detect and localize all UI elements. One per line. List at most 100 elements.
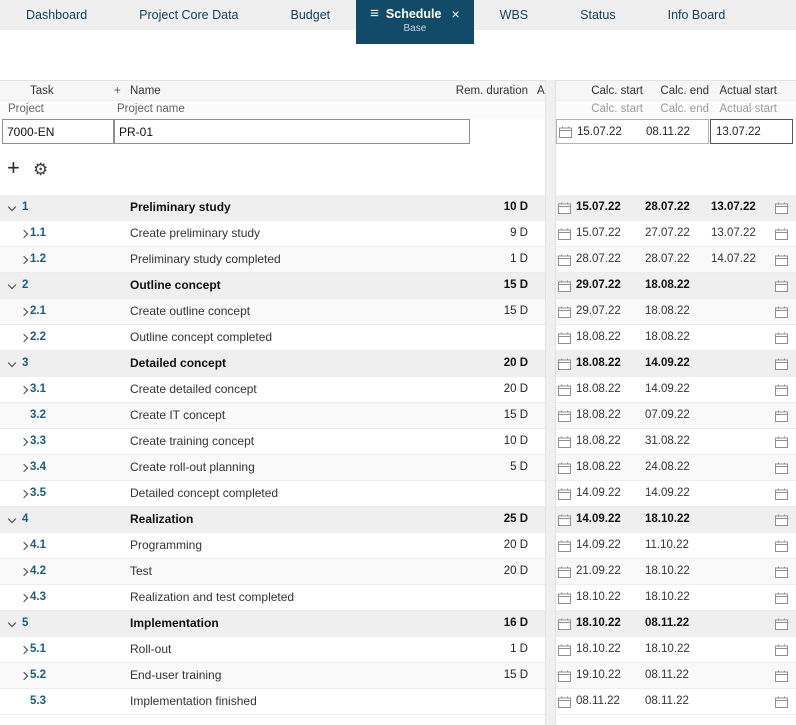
task-calc-start[interactable]: 18.10.22	[576, 637, 642, 662]
task-calc-end[interactable]: 18.08.22	[645, 299, 709, 324]
calendar-icon[interactable]	[559, 126, 572, 138]
task-name[interactable]: Implementation	[130, 611, 219, 636]
task-rem-duration[interactable]: 15 D	[430, 299, 528, 324]
calendar-icon[interactable]	[558, 254, 571, 266]
task-name[interactable]: Preliminary study	[130, 195, 231, 220]
task-calc-start[interactable]: 08.11.22	[576, 689, 642, 714]
task-rem-duration[interactable]: 10 D	[430, 429, 528, 454]
task-actual-start[interactable]: 13.07.22	[711, 221, 773, 246]
task-calc-start[interactable]: 18.08.22	[576, 429, 642, 454]
task-calc-end[interactable]: 18.10.22	[645, 507, 709, 532]
task-id[interactable]: 5	[22, 611, 28, 636]
task-name[interactable]: Implementation finished	[130, 689, 257, 714]
chevron-down-icon[interactable]	[5, 507, 19, 532]
task-rem-duration[interactable]: 15 D	[430, 403, 528, 428]
chevron-right-icon[interactable]	[17, 429, 31, 454]
calendar-icon[interactable]	[558, 566, 571, 578]
task-calc-start[interactable]: 14.09.22	[576, 481, 642, 506]
calendar-icon[interactable]	[775, 436, 788, 448]
calendar-icon[interactable]	[775, 280, 788, 292]
calendar-icon[interactable]	[558, 280, 571, 292]
task-id[interactable]: 4.1	[30, 533, 46, 558]
task-id[interactable]: 1.1	[30, 221, 46, 246]
task-rem-duration[interactable]: 1 D	[430, 637, 528, 662]
task-calc-start[interactable]: 28.07.22	[576, 247, 642, 272]
task-rem-duration[interactable]: 1 D	[430, 247, 528, 272]
add-column-icon[interactable]: +	[114, 81, 121, 101]
calendar-icon[interactable]	[558, 462, 571, 474]
project-calc-end[interactable]: 08.11.22	[646, 126, 706, 138]
task-calc-end[interactable]: 08.11.22	[645, 663, 709, 688]
calendar-icon[interactable]	[558, 618, 571, 630]
pane-splitter[interactable]	[545, 80, 556, 725]
chevron-right-icon[interactable]	[17, 377, 31, 402]
calendar-icon[interactable]	[775, 306, 788, 318]
task-name[interactable]: Programming	[130, 533, 202, 558]
calendar-icon[interactable]	[558, 696, 571, 708]
task-calc-start[interactable]: 29.07.22	[576, 273, 642, 298]
calendar-icon[interactable]	[775, 566, 788, 578]
task-id[interactable]: 4	[22, 507, 28, 532]
calendar-icon[interactable]	[775, 696, 788, 708]
task-name[interactable]: Realization and test completed	[130, 585, 294, 610]
tab-schedule[interactable]: ≡ Schedule × Base	[356, 0, 474, 44]
task-calc-end[interactable]: 11.10.22	[645, 533, 709, 558]
task-name[interactable]: Create outline concept	[130, 299, 250, 324]
task-calc-start[interactable]: 15.07.22	[576, 195, 642, 220]
tab-status[interactable]: Status	[554, 0, 641, 30]
task-id[interactable]: 3.4	[30, 455, 46, 480]
task-actual-start[interactable]: 14.07.22	[711, 247, 773, 272]
task-name[interactable]: Outline concept completed	[130, 325, 272, 350]
chevron-right-icon[interactable]	[17, 455, 31, 480]
task-calc-end[interactable]: 18.08.22	[645, 273, 709, 298]
task-calc-end[interactable]: 18.10.22	[645, 559, 709, 584]
chevron-down-icon[interactable]	[5, 195, 19, 220]
task-id[interactable]: 3.2	[30, 403, 46, 428]
task-calc-end[interactable]: 08.11.22	[645, 611, 709, 636]
calendar-icon[interactable]	[775, 228, 788, 240]
chevron-right-icon[interactable]	[17, 299, 31, 324]
hamburger-menu-icon[interactable]: ≡	[370, 5, 379, 22]
task-name[interactable]: Create detailed concept	[130, 377, 257, 402]
task-id[interactable]: 3.3	[30, 429, 46, 454]
task-id[interactable]: 2.1	[30, 299, 46, 324]
col-name[interactable]: Name	[130, 81, 161, 101]
chevron-right-icon[interactable]	[17, 533, 31, 558]
task-calc-end[interactable]: 07.09.22	[645, 403, 709, 428]
project-name-input[interactable]	[114, 119, 470, 144]
task-id[interactable]: 5.2	[30, 663, 46, 688]
task-calc-end[interactable]: 28.07.22	[645, 247, 709, 272]
calendar-icon[interactable]	[558, 384, 571, 396]
calendar-icon[interactable]	[775, 332, 788, 344]
task-id[interactable]: 2	[22, 273, 28, 298]
task-name[interactable]: Realization	[130, 507, 193, 532]
task-name[interactable]: Test	[130, 559, 152, 584]
calendar-icon[interactable]	[775, 488, 788, 500]
calendar-icon[interactable]	[775, 514, 788, 526]
task-rem-duration[interactable]: 20 D	[430, 559, 528, 584]
calendar-icon[interactable]	[558, 410, 571, 422]
task-rem-duration[interactable]: 9 D	[430, 221, 528, 246]
task-name[interactable]: Create training concept	[130, 429, 254, 454]
tab-budget[interactable]: Budget	[265, 0, 357, 30]
calendar-icon[interactable]	[775, 384, 788, 396]
chevron-right-icon[interactable]	[17, 559, 31, 584]
calendar-icon[interactable]	[775, 592, 788, 604]
task-id[interactable]: 1	[22, 195, 28, 220]
task-calc-start[interactable]: 18.08.22	[576, 377, 642, 402]
col-actual-start[interactable]: Actual start	[711, 81, 777, 101]
calendar-icon[interactable]	[775, 644, 788, 656]
calendar-icon[interactable]	[775, 618, 788, 630]
task-calc-end[interactable]: 14.09.22	[645, 351, 709, 376]
chevron-right-icon[interactable]	[17, 325, 31, 350]
task-calc-start[interactable]: 18.08.22	[576, 351, 642, 376]
chevron-right-icon[interactable]	[17, 221, 31, 246]
task-calc-end[interactable]: 18.10.22	[645, 585, 709, 610]
col-calc-start[interactable]: Calc. start	[574, 81, 643, 101]
task-actual-start[interactable]: 13.07.22	[711, 195, 773, 220]
task-rem-duration[interactable]: 5 D	[430, 455, 528, 480]
task-name[interactable]: Roll-out	[130, 637, 171, 662]
calendar-icon[interactable]	[558, 332, 571, 344]
task-id[interactable]: 4.2	[30, 559, 46, 584]
col-truncated-a[interactable]: A	[537, 81, 545, 101]
